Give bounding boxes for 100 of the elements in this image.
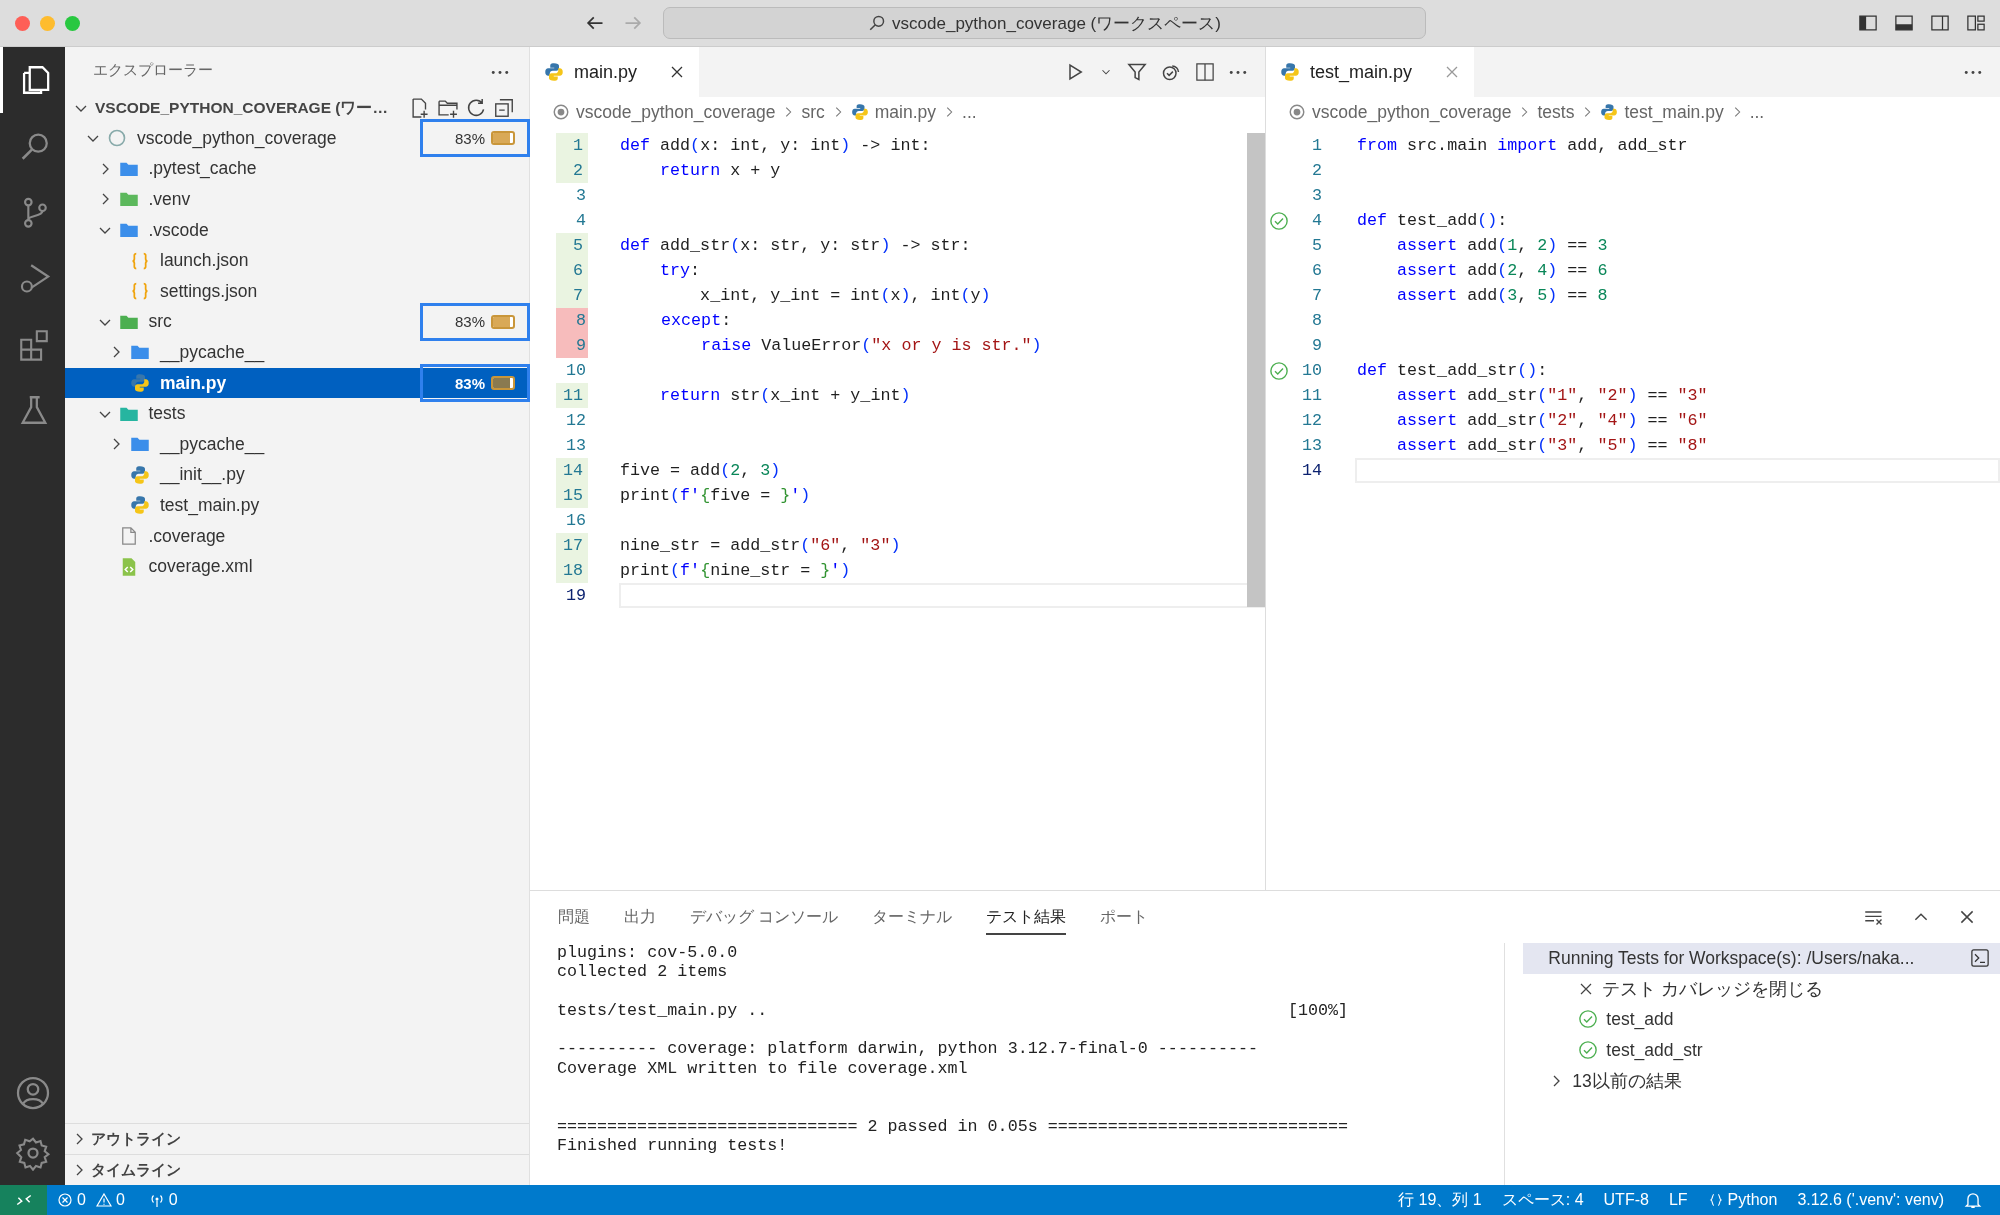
panel-tab[interactable]: 出力 bbox=[624, 899, 656, 935]
panel-tab[interactable]: ターミナル bbox=[872, 899, 953, 935]
tree-item[interactable]: __pycache__ bbox=[65, 428, 529, 460]
python-icon bbox=[850, 103, 869, 121]
status-item[interactable]: UTF-8 bbox=[1593, 1191, 1659, 1209]
sidebar-layout-icon[interactable] bbox=[1858, 13, 1878, 33]
tree-item[interactable]: .venv bbox=[65, 184, 529, 215]
python-icon bbox=[1600, 103, 1619, 121]
warnings-status[interactable]: 0 bbox=[95, 1191, 135, 1209]
collapse-all-icon[interactable] bbox=[493, 97, 515, 119]
passed-check-icon[interactable] bbox=[1269, 360, 1289, 381]
test-result-item[interactable]: test_add_str bbox=[1523, 1034, 2000, 1066]
more-actions-icon[interactable] bbox=[1964, 69, 1982, 75]
code-line: print(f'{nine_str = }') bbox=[620, 561, 851, 580]
breadcrumb[interactable]: vscode_python_coverage bbox=[576, 101, 776, 123]
line-number: 9 bbox=[1311, 335, 1323, 357]
extensions-icon[interactable] bbox=[17, 327, 51, 361]
scrollbar[interactable] bbox=[1247, 133, 1265, 607]
section-title[interactable]: アウトライン bbox=[91, 1129, 181, 1149]
tree-item[interactable]: launch.json bbox=[65, 245, 529, 276]
status-item[interactable]: 行 19、列 1 bbox=[1388, 1189, 1492, 1211]
tree-item[interactable]: test_main.py bbox=[65, 490, 529, 521]
status-item[interactable]: 3.12.6 ('.venv': venv) bbox=[1787, 1191, 1954, 1209]
line-number: 2 bbox=[1311, 160, 1323, 182]
line-number: 15 bbox=[556, 483, 588, 508]
passed-check-icon[interactable] bbox=[1269, 210, 1289, 231]
line-number: 10 bbox=[1300, 360, 1323, 382]
test-result-item[interactable]: 13以前の結果 bbox=[1523, 1065, 2000, 1096]
line-number: 18 bbox=[556, 558, 588, 583]
filter-icon[interactable] bbox=[1127, 62, 1147, 82]
breadcrumb[interactable]: ... bbox=[1749, 101, 1765, 123]
antenna-icon bbox=[148, 1192, 165, 1208]
test-result-item[interactable]: test_add bbox=[1523, 1004, 2000, 1035]
line-number: 19 bbox=[564, 585, 587, 607]
tree-item[interactable]: .vscode bbox=[65, 214, 529, 246]
errors-status[interactable]: 0 bbox=[47, 1191, 96, 1209]
python-icon bbox=[130, 464, 150, 485]
customize-layout-icon[interactable] bbox=[1966, 13, 1986, 33]
settings-icon[interactable] bbox=[14, 1135, 51, 1171]
breadcrumb[interactable]: tests bbox=[1537, 101, 1575, 123]
target-icon bbox=[552, 103, 570, 121]
test-result-item[interactable]: テスト カバレッジを閉じる bbox=[1523, 973, 2000, 1005]
python-icon bbox=[130, 495, 150, 516]
workspace-section-title[interactable]: VSCODE_PYTHON_COVERAGE (ワー… bbox=[95, 97, 388, 119]
breadcrumb[interactable]: main.py bbox=[874, 101, 937, 123]
command-center-search[interactable]: vscode_python_coverage (ワークスペース) bbox=[663, 7, 1426, 39]
tree-item[interactable]: coverage.xml bbox=[65, 551, 529, 582]
tree-item[interactable]: .coverage bbox=[65, 520, 529, 552]
breadcrumb[interactable]: vscode_python_coverage bbox=[1312, 101, 1512, 123]
code-line: print(f'{five = }') bbox=[620, 486, 811, 505]
split-editor-icon[interactable] bbox=[1195, 62, 1215, 82]
code-line: raise ValueError("x or y is str.") bbox=[700, 336, 1042, 355]
tree-item[interactable]: main.py 83% bbox=[65, 367, 529, 399]
line-number: 5 bbox=[1311, 235, 1323, 257]
panel-tab[interactable]: デバッグ コンソール bbox=[690, 899, 839, 935]
panel-tab[interactable]: 問題 bbox=[558, 899, 590, 935]
code-line: return str(x_int + y_int) bbox=[659, 386, 911, 405]
code-line: from src.main import add, add_str bbox=[1357, 136, 1688, 155]
editor-tab[interactable]: test_main.py bbox=[1266, 47, 1475, 97]
more-actions-icon[interactable] bbox=[1229, 69, 1247, 75]
python-icon bbox=[1280, 62, 1300, 82]
line-number: 1 bbox=[1311, 135, 1323, 157]
line-number: 17 bbox=[556, 533, 588, 558]
output-line: ---------- coverage: platform darwin, python 3.12.7-final-0 ---------- bbox=[557, 1039, 1259, 1059]
output-line: collected 2 items bbox=[557, 962, 729, 982]
code-line: five = add(2, 3) bbox=[620, 461, 781, 480]
code-line: def add_str(x: str, y: str) -> str: bbox=[620, 236, 971, 255]
tree-item[interactable]: __init__.py bbox=[65, 459, 529, 491]
line-number: 2 bbox=[556, 158, 588, 183]
ports-status[interactable]: 0 bbox=[134, 1191, 188, 1209]
editor-tab[interactable]: main.py bbox=[530, 47, 700, 97]
line-number: 16 bbox=[564, 510, 587, 532]
line-number: 3 bbox=[575, 185, 587, 207]
bell-icon[interactable] bbox=[1964, 1191, 1982, 1209]
panel-tab[interactable]: ポート bbox=[1100, 899, 1149, 935]
code-line: def test_add(): bbox=[1357, 211, 1508, 230]
panel-tab[interactable]: テスト結果 bbox=[986, 899, 1067, 935]
test-result-item[interactable]: Running Tests for Workspace(s): /Users/naka... bbox=[1523, 943, 2000, 974]
status-item[interactable]: LF bbox=[1658, 1191, 1698, 1209]
new-folder-icon[interactable] bbox=[437, 97, 459, 119]
breadcrumb[interactable]: ... bbox=[962, 101, 977, 123]
breadcrumb[interactable]: test_main.py bbox=[1624, 101, 1724, 123]
code-line: assert add_str("3", "5") == "8" bbox=[1396, 436, 1708, 455]
section-title[interactable]: タイムライン bbox=[91, 1160, 181, 1180]
refresh-icon[interactable] bbox=[465, 97, 487, 119]
code-line: assert add_str("2", "4") == "6" bbox=[1396, 411, 1708, 430]
language-mode[interactable]: Python bbox=[1697, 1191, 1788, 1209]
coverage-icon[interactable] bbox=[1161, 62, 1181, 82]
line-number: 14 bbox=[1300, 460, 1323, 482]
breadcrumb[interactable]: src bbox=[801, 101, 825, 123]
panel-layout-icon[interactable] bbox=[1894, 13, 1914, 33]
code-line: except: bbox=[660, 311, 732, 330]
account-icon[interactable] bbox=[14, 1075, 51, 1111]
close-icon[interactable] bbox=[1958, 908, 1976, 926]
terminal-icon[interactable] bbox=[1970, 948, 1990, 969]
secondary-sidebar-icon[interactable] bbox=[1930, 13, 1950, 33]
status-item[interactable]: スペース: 4 bbox=[1491, 1189, 1594, 1211]
line-number: 6 bbox=[556, 258, 588, 283]
new-file-icon[interactable] bbox=[409, 97, 431, 119]
code-line: assert add_str("1", "2") == "3" bbox=[1396, 386, 1708, 405]
